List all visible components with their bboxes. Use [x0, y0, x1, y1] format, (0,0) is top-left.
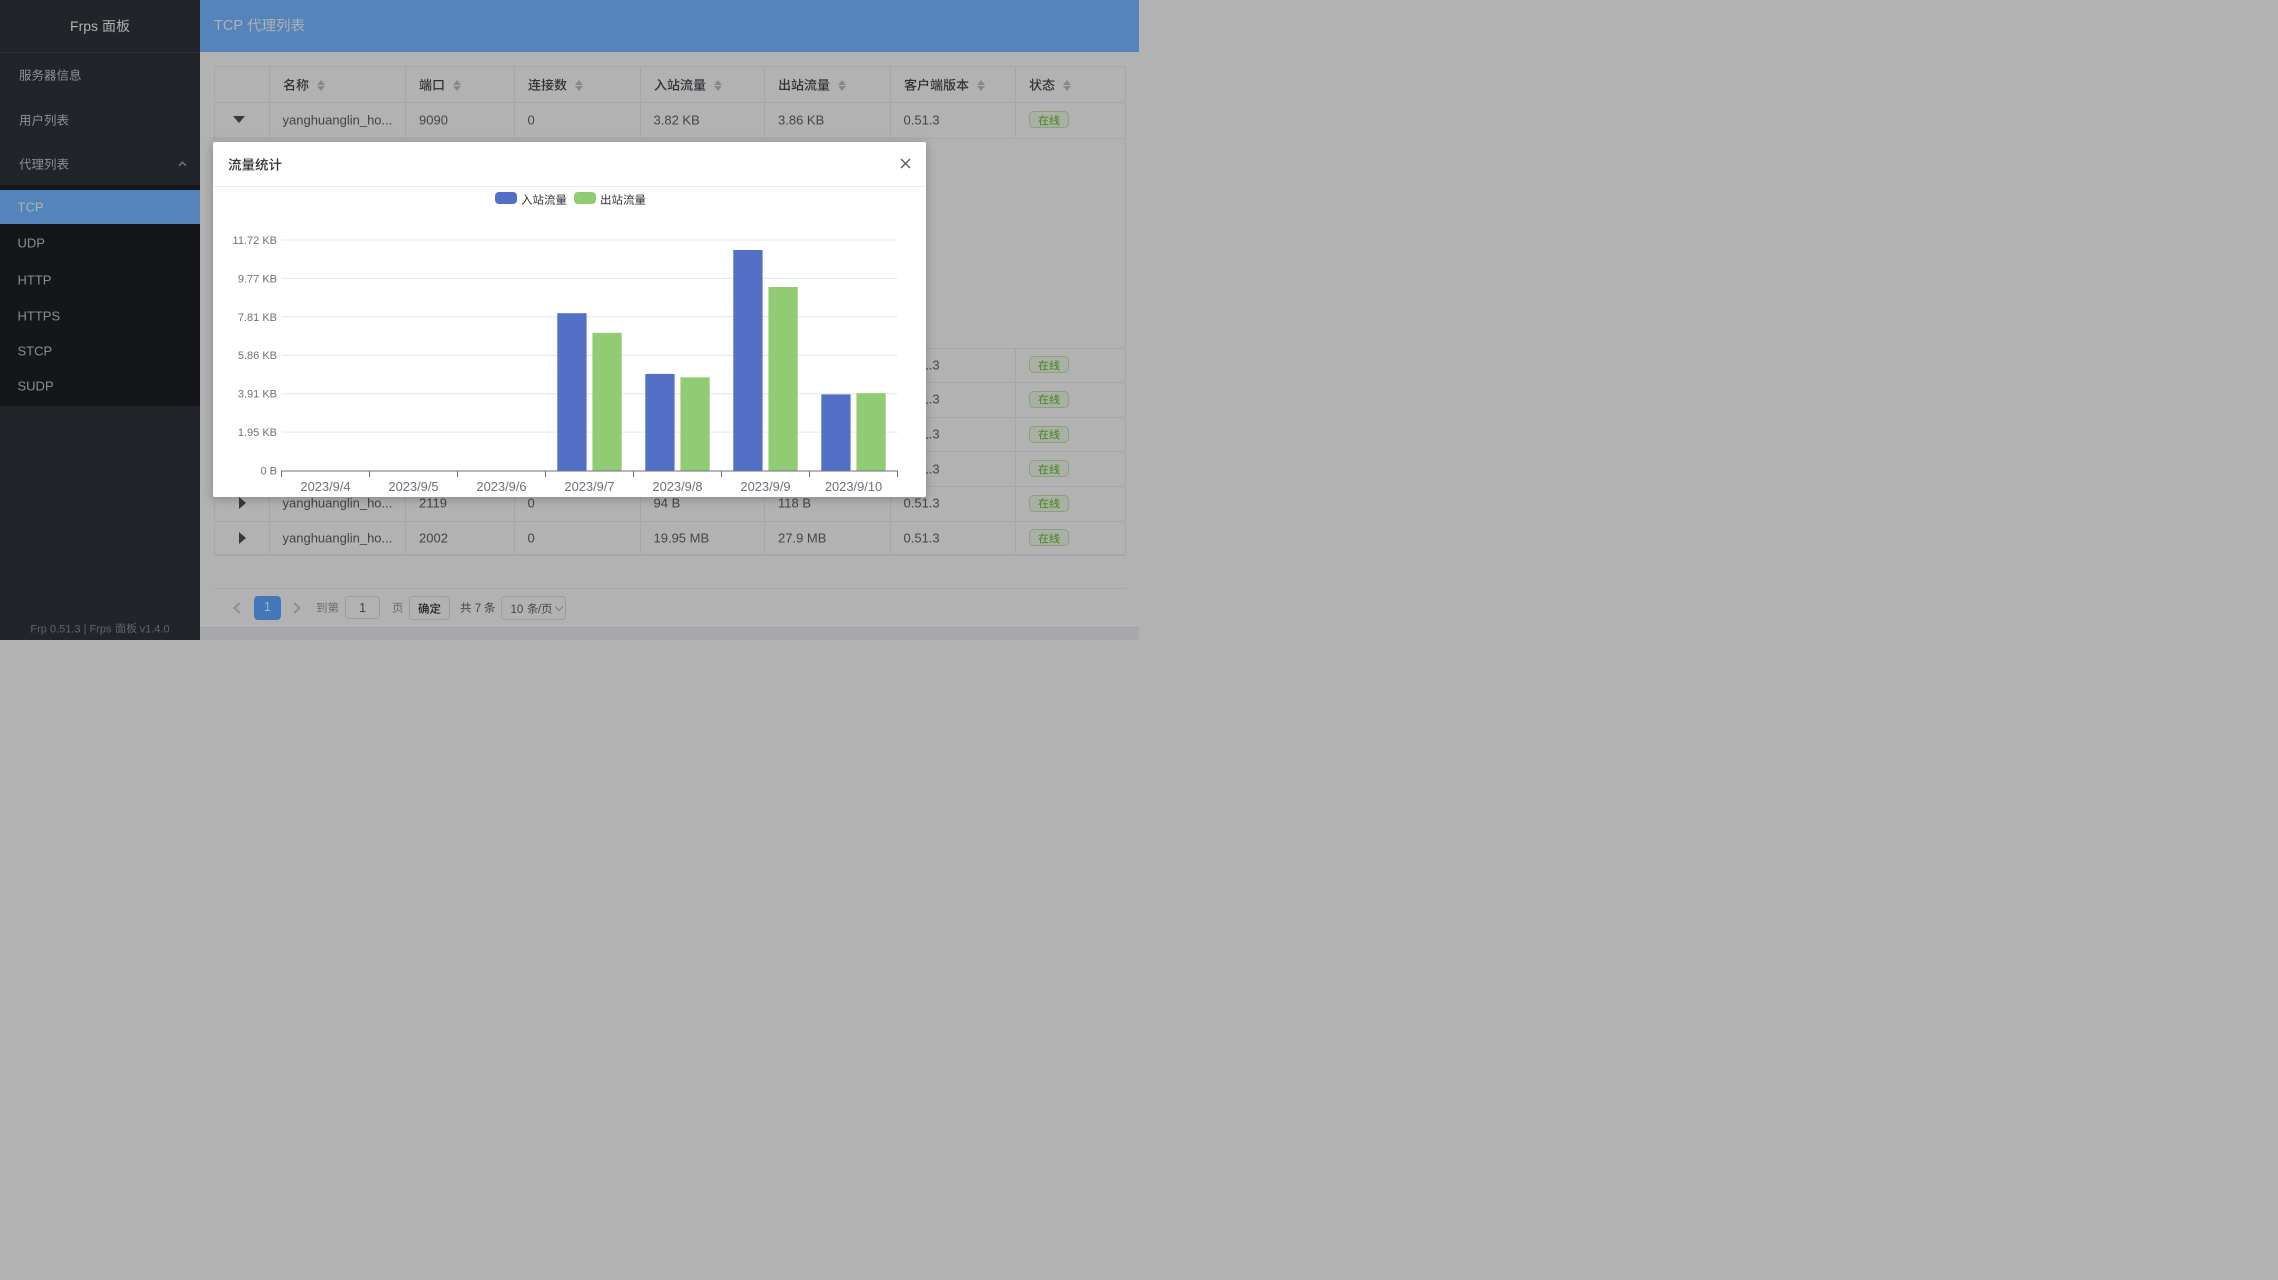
svg-text:9.77 KB: 9.77 KB: [238, 273, 277, 285]
svg-text:2023/9/10: 2023/9/10: [825, 479, 882, 494]
svg-text:1.95 KB: 1.95 KB: [238, 427, 277, 439]
svg-text:11.72 KB: 11.72 KB: [233, 235, 277, 247]
svg-text:2023/9/5: 2023/9/5: [388, 479, 438, 494]
svg-text:2023/9/8: 2023/9/8: [652, 479, 702, 494]
svg-text:2023/9/9: 2023/9/9: [740, 479, 790, 494]
svg-text:2023/9/4: 2023/9/4: [300, 479, 350, 494]
svg-text:2023/9/7: 2023/9/7: [564, 479, 614, 494]
svg-text:7.81 KB: 7.81 KB: [238, 312, 277, 324]
svg-text:5.86 KB: 5.86 KB: [238, 350, 277, 362]
svg-text:0 B: 0 B: [260, 466, 277, 478]
svg-text:3.91 KB: 3.91 KB: [238, 389, 277, 401]
svg-text:2023/9/6: 2023/9/6: [476, 479, 526, 494]
